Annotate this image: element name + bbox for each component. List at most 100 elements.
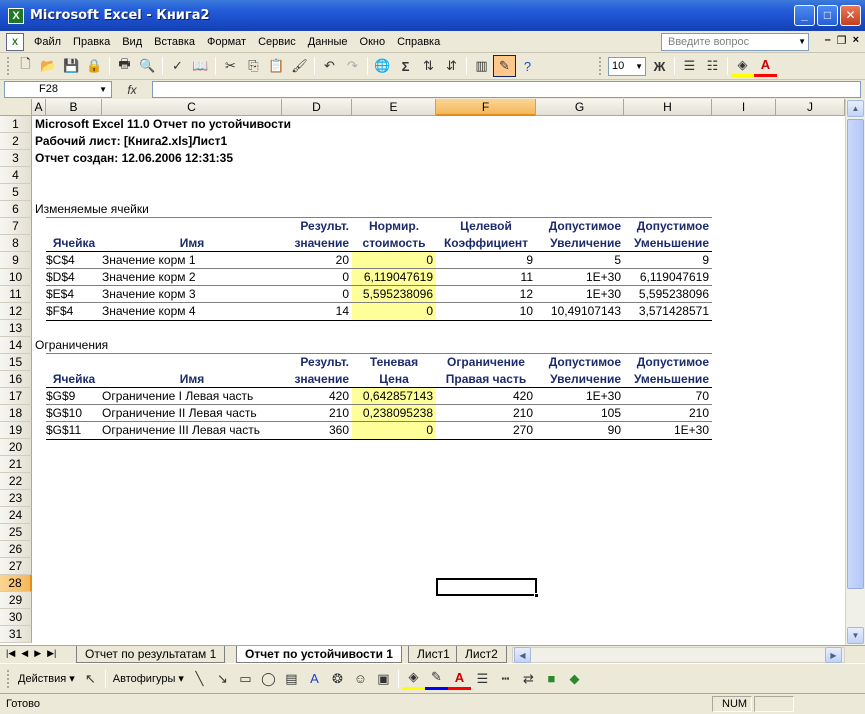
menu-view[interactable]: Вид bbox=[116, 32, 148, 52]
doc-restore-button[interactable]: ❐ bbox=[837, 34, 847, 47]
row-header[interactable]: 1 bbox=[0, 116, 32, 133]
scroll-right-icon[interactable]: ▶ bbox=[825, 647, 842, 663]
menu-tools[interactable]: Сервис bbox=[252, 32, 302, 52]
sort-descending-icon[interactable]: ⇵ bbox=[440, 55, 463, 77]
shadow-icon[interactable]: ■ bbox=[540, 668, 563, 690]
row-header[interactable]: 14 bbox=[0, 337, 32, 354]
menu-window[interactable]: Окно bbox=[354, 32, 392, 52]
paste-icon[interactable]: 📋 bbox=[265, 55, 288, 77]
align-center-icon[interactable]: ☰ bbox=[678, 55, 701, 77]
row-header[interactable]: 18 bbox=[0, 405, 32, 422]
menu-data[interactable]: Данные bbox=[302, 32, 354, 52]
maximize-button[interactable]: □ bbox=[817, 5, 838, 26]
scroll-up-icon[interactable]: ▲ bbox=[847, 100, 864, 117]
sort-ascending-icon[interactable]: ⇅ bbox=[417, 55, 440, 77]
col-header-b[interactable]: B bbox=[46, 99, 102, 116]
row-header[interactable]: 4 bbox=[0, 167, 32, 184]
col-header-h[interactable]: H bbox=[624, 99, 712, 116]
excel-app-icon[interactable]: X bbox=[8, 7, 24, 24]
active-cell-f28[interactable] bbox=[436, 578, 539, 598]
menu-edit[interactable]: Правка bbox=[67, 32, 116, 52]
rectangle-icon[interactable]: ▭ bbox=[234, 668, 257, 690]
select-all-corner[interactable] bbox=[0, 99, 32, 116]
cells-area[interactable]: Microsoft Excel 11.0 Отчет по устойчивос… bbox=[32, 116, 845, 645]
toolbar-grip-2[interactable] bbox=[599, 57, 603, 75]
new-icon[interactable]: 🗋 bbox=[14, 55, 37, 77]
research-icon[interactable]: 📖 bbox=[189, 55, 212, 77]
autosum-icon[interactable]: Σ bbox=[394, 55, 417, 77]
wordart-icon[interactable]: A bbox=[303, 668, 326, 690]
next-sheet-icon[interactable]: ▶ bbox=[34, 648, 41, 659]
horizontal-scrollbar[interactable]: ◀ ▶ bbox=[512, 647, 845, 663]
close-button[interactable]: ✕ bbox=[840, 5, 861, 26]
row-header[interactable]: 30 bbox=[0, 609, 32, 626]
3d-icon[interactable]: ◆ bbox=[563, 668, 586, 690]
redo-icon[interactable]: ↷ bbox=[341, 55, 364, 77]
hyperlink-icon[interactable]: 🌐 bbox=[371, 55, 394, 77]
menu-format[interactable]: Формат bbox=[201, 32, 252, 52]
copy-icon[interactable]: ⎘ bbox=[242, 55, 265, 77]
permission-icon[interactable]: 🔒 bbox=[83, 55, 106, 77]
formula-input[interactable] bbox=[152, 81, 861, 98]
col-header-d[interactable]: D bbox=[282, 99, 352, 116]
drawbar-grip[interactable] bbox=[7, 669, 11, 688]
chevron-down-icon[interactable]: ▼ bbox=[798, 34, 806, 50]
help-search-input[interactable]: Введите вопрос ▼ bbox=[661, 33, 809, 51]
row-header[interactable]: 8 bbox=[0, 235, 32, 252]
merge-center-icon[interactable]: ☷ bbox=[701, 55, 724, 77]
scroll-thumb[interactable] bbox=[847, 119, 864, 589]
arrow-style-icon[interactable]: ⇄ bbox=[517, 668, 540, 690]
menu-file[interactable]: Файл bbox=[28, 32, 67, 52]
line-color-icon[interactable]: ✎ bbox=[424, 668, 448, 690]
chart-wizard-icon[interactable]: ▥ bbox=[470, 55, 493, 77]
save-icon[interactable]: 💾 bbox=[60, 55, 83, 77]
oval-icon[interactable]: ◯ bbox=[257, 668, 280, 690]
chevron-down-icon[interactable]: ▼ bbox=[635, 58, 643, 75]
row-header[interactable]: 20 bbox=[0, 439, 32, 456]
diagram-icon[interactable]: ❂ bbox=[326, 668, 349, 690]
arrow-icon[interactable]: ↘ bbox=[211, 668, 234, 690]
font-color-icon[interactable]: A bbox=[754, 55, 777, 77]
row-header[interactable]: 26 bbox=[0, 541, 32, 558]
first-sheet-icon[interactable]: |◀ bbox=[6, 648, 15, 659]
col-header-j[interactable]: J bbox=[776, 99, 845, 116]
row-header[interactable]: 28 bbox=[0, 575, 32, 592]
row-header[interactable]: 19 bbox=[0, 422, 32, 439]
col-header-a[interactable]: A bbox=[32, 99, 46, 116]
undo-icon[interactable]: ↶ bbox=[318, 55, 341, 77]
textbox-icon[interactable]: ▤ bbox=[280, 668, 303, 690]
row-header[interactable]: 12 bbox=[0, 303, 32, 320]
worksheet-grid[interactable]: A B C D E F G H I J 1 2 3 4 5 6 7 8 9 10 11 12 13 14 1… bbox=[0, 99, 865, 645]
prev-sheet-icon[interactable]: ◀ bbox=[21, 648, 28, 659]
sheet-tab-results[interactable]: Отчет по результатам 1 bbox=[76, 646, 226, 663]
row-header[interactable]: 15 bbox=[0, 354, 32, 371]
select-objects-icon[interactable]: ↖ bbox=[79, 668, 102, 690]
row-header[interactable]: 31 bbox=[0, 626, 32, 643]
font-size-select[interactable]: 10 ▼ bbox=[608, 56, 646, 76]
sheet-tab-sensitivity[interactable]: Отчет по устойчивости 1 bbox=[236, 646, 402, 663]
dash-style-icon[interactable]: ┅ bbox=[494, 668, 517, 690]
autoshapes-menu[interactable]: Автофигуры ▾ bbox=[109, 672, 188, 685]
col-header-i[interactable]: I bbox=[712, 99, 776, 116]
row-header[interactable]: 21 bbox=[0, 456, 32, 473]
row-header[interactable]: 25 bbox=[0, 524, 32, 541]
help-icon[interactable]: ? bbox=[516, 55, 539, 77]
fill-color-icon[interactable]: ◈ bbox=[731, 55, 754, 77]
sheet-tab-list1[interactable]: Лист1 bbox=[408, 646, 459, 663]
minimize-button[interactable]: _ bbox=[794, 5, 815, 26]
workbook-icon[interactable]: X bbox=[6, 32, 24, 51]
open-icon[interactable]: 📂 bbox=[37, 55, 60, 77]
menu-insert[interactable]: Вставка bbox=[148, 32, 201, 52]
draw-actions-menu[interactable]: Действия ▾ bbox=[14, 672, 79, 685]
sheet-tab-list2[interactable]: Лист2 bbox=[456, 646, 507, 663]
chevron-down-icon[interactable]: ▼ bbox=[99, 82, 107, 97]
print-preview-icon[interactable]: 🔍 bbox=[136, 55, 159, 77]
scroll-down-icon[interactable]: ▼ bbox=[847, 627, 864, 644]
row-header[interactable]: 24 bbox=[0, 507, 32, 524]
row-header[interactable]: 10 bbox=[0, 269, 32, 286]
row-header[interactable]: 13 bbox=[0, 320, 32, 337]
row-header[interactable]: 9 bbox=[0, 252, 32, 269]
col-header-f[interactable]: F bbox=[436, 99, 536, 116]
line-icon[interactable]: ╲ bbox=[188, 668, 211, 690]
doc-minimize-button[interactable]: – bbox=[825, 34, 831, 47]
